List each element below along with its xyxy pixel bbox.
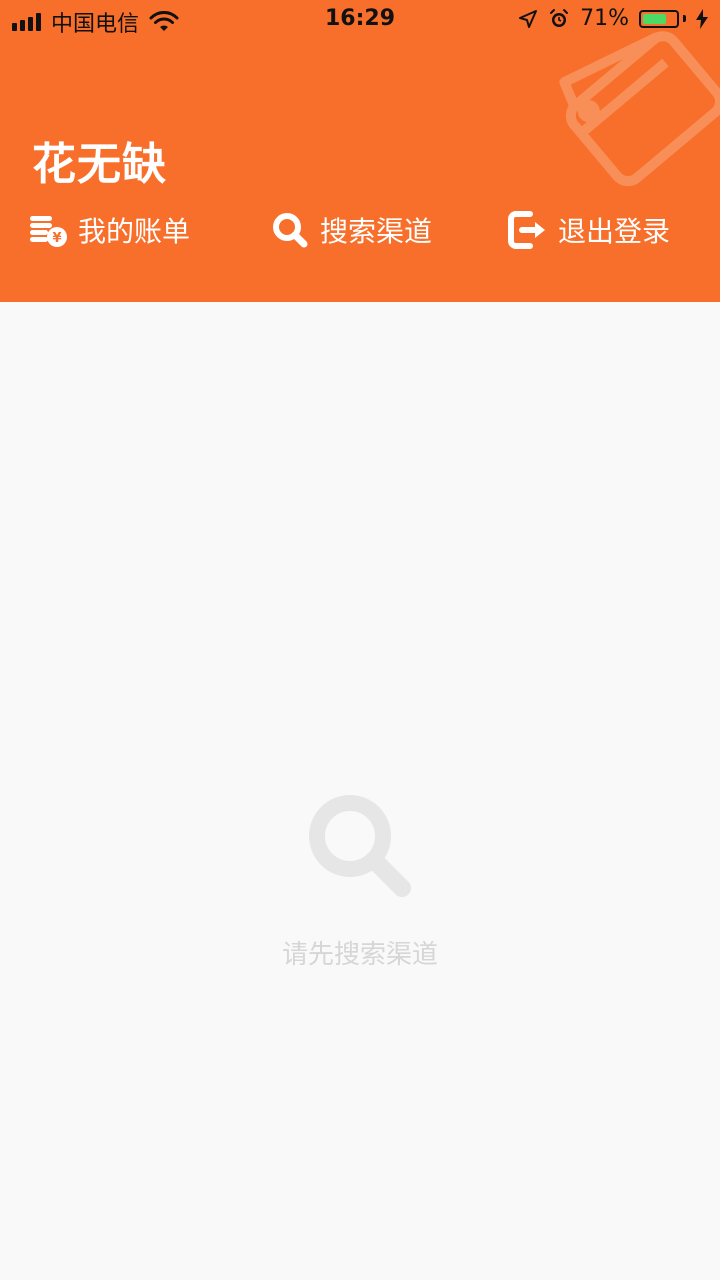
header: 中国电信 16:29 71% 花无缺 ¥ 我的账单 搜索渠道 退出登录 — [0, 0, 720, 302]
my-bills-label: 我的账单 — [78, 215, 191, 248]
empty-state-message: 请先搜索渠道 — [281, 940, 438, 970]
search-channel-button[interactable]: 搜索渠道 — [270, 205, 432, 255]
search-icon — [309, 795, 411, 897]
my-bills-button[interactable]: ¥ 我的账单 — [28, 205, 190, 255]
empty-state: 请先搜索渠道 — [0, 790, 720, 971]
bill-coin-icon: ¥ — [30, 216, 67, 247]
header-actions: ¥ 我的账单 搜索渠道 退出登录 — [0, 205, 720, 255]
location-arrow-icon — [519, 9, 538, 28]
logout-icon — [508, 211, 545, 249]
app-title: 花无缺 — [32, 139, 167, 190]
svg-text:¥: ¥ — [52, 231, 61, 246]
search-channel-label: 搜索渠道 — [320, 215, 433, 248]
wallet-watermark-icon — [559, 31, 720, 187]
logout-label: 退出登录 — [558, 215, 671, 248]
logout-button[interactable]: 退出登录 — [508, 205, 670, 255]
search-icon — [273, 213, 308, 248]
